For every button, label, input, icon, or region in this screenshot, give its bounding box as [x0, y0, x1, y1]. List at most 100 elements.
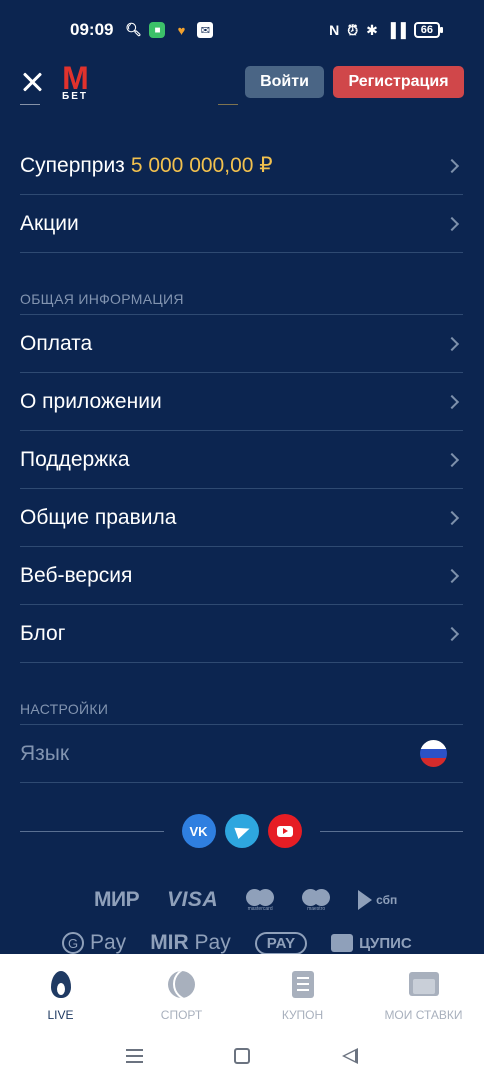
- chevron-right-icon: [444, 568, 460, 583]
- tab-label: МОИ СТАВКИ: [384, 1008, 463, 1022]
- chevron-right-icon: [444, 626, 460, 641]
- superprize-amount: 5 000 000,00 ₽: [130, 154, 273, 177]
- home-icon[interactable]: [234, 1047, 251, 1064]
- mail-icon: ✉: [197, 22, 214, 38]
- menu-item-language[interactable]: Язык: [20, 725, 463, 783]
- chevron-right-icon: [444, 510, 460, 525]
- menu-item-about-app[interactable]: О приложении: [20, 373, 463, 431]
- youtube-play: [276, 825, 293, 837]
- google-pay-logo: G Pay: [62, 931, 126, 955]
- ball-icon: [168, 970, 195, 998]
- gpay-label: Pay: [90, 931, 127, 954]
- visa-logo: VISA: [167, 888, 219, 911]
- nfc-icon: N: [329, 22, 340, 38]
- register-button[interactable]: Регистрация: [333, 66, 464, 98]
- auth-buttons: Войти Регистрация: [245, 66, 464, 98]
- close-icon[interactable]: [20, 70, 44, 94]
- menu-item-blog[interactable]: Блог: [20, 605, 463, 663]
- google-g-icon: G: [62, 932, 84, 954]
- scrolled-row-remnant: — —: [20, 104, 464, 118]
- mir-pay-logo: MIR Pay: [150, 931, 231, 955]
- coupon-icon: [291, 970, 314, 998]
- bottom-area: LIVE СПОРТ КУПОН МОИ СТАВКИ: [0, 954, 484, 1079]
- status-left: 09:09 🔍︎ ■ ♥ ✉: [70, 20, 214, 40]
- chevron-right-icon: [444, 394, 460, 409]
- tab-label: СПОРТ: [160, 1008, 203, 1022]
- logo: M БЕТ: [62, 60, 89, 102]
- youtube-icon[interactable]: [267, 814, 302, 848]
- menu-item-label: О приложении: [20, 389, 162, 413]
- menu-item-label: Акции: [20, 211, 79, 235]
- menu-item-promotions[interactable]: Акции: [20, 195, 463, 253]
- chevron-right-icon: [444, 216, 460, 231]
- signal-icon: ▐▐: [385, 22, 406, 38]
- menu-item-label: Суперприз: [20, 153, 125, 177]
- login-button[interactable]: Войти: [245, 66, 324, 98]
- mastercard-logo: mastercard: [246, 888, 275, 912]
- tab-label: КУПОН: [281, 1008, 324, 1022]
- logo-sub: БЕТ: [62, 91, 88, 102]
- mirpay-mir: MIR: [150, 931, 189, 954]
- app-header: M БЕТ Войти Регистрация: [0, 60, 484, 104]
- section-general-info: ОБЩАЯ ИНФОРМАЦИЯ: [20, 253, 463, 315]
- telegram-plane: [233, 822, 252, 840]
- mir-logo: МИР: [94, 888, 140, 911]
- divider: [319, 830, 463, 832]
- bottom-tab-bar: LIVE СПОРТ КУПОН МОИ СТАВКИ: [0, 954, 484, 1032]
- menu-item-superprize[interactable]: Суперприз 5 000 000,00 ₽: [20, 137, 463, 195]
- mastercard-label: mastercard: [247, 905, 273, 912]
- chevron-right-icon: [444, 452, 460, 467]
- tab-my-bets[interactable]: МОИ СТАВКИ: [363, 954, 484, 1032]
- status-time: 09:09: [70, 20, 114, 39]
- folder-icon: [408, 972, 439, 996]
- section-settings: НАСТРОЙКИ: [20, 663, 463, 725]
- menu-item-web-version[interactable]: Веб-версия: [20, 547, 463, 605]
- maestro-label: maestro: [307, 905, 326, 912]
- battery-indicator: 66: [413, 22, 444, 38]
- samsung-pay-logo: PAY: [254, 931, 308, 955]
- cupis-label: ЦУПИС: [359, 934, 412, 952]
- wallet-icon: [331, 934, 354, 952]
- status-right: N ⏰︎ ✱ ▐▐ 66: [329, 21, 444, 39]
- alarm-icon: ⏰︎: [347, 21, 359, 38]
- telegram-icon[interactable]: [224, 814, 259, 848]
- status-bar: 09:09 🔍︎ ■ ♥ ✉ N ⏰︎ ✱ ▐▐ 66: [0, 0, 484, 60]
- vk-icon[interactable]: VK: [181, 814, 216, 848]
- system-nav-bar: [0, 1032, 484, 1079]
- tab-live[interactable]: LIVE: [0, 954, 121, 1032]
- menu-item-label: Оплата: [20, 331, 93, 355]
- shield-icon: ■: [149, 22, 166, 38]
- maestro-logo: maestro: [302, 888, 331, 912]
- social-links: VK: [20, 812, 463, 850]
- menu-item-payment[interactable]: Оплата: [20, 315, 463, 373]
- tab-label: LIVE: [47, 1008, 74, 1022]
- remnant-text-right: —: [218, 104, 238, 115]
- vk-label: VK: [189, 823, 208, 839]
- sbp-logo: сбп: [358, 890, 397, 910]
- chevron-right-icon: [444, 336, 460, 351]
- tab-coupon[interactable]: КУПОН: [242, 954, 363, 1032]
- remnant-text-left: —: [20, 104, 40, 115]
- logo-mark: M: [62, 60, 89, 96]
- payment-logos-row-1: МИР VISA mastercard maestro сбп: [94, 888, 397, 912]
- menu-list: Суперприз 5 000 000,00 ₽ Акции ОБЩАЯ ИНФ…: [0, 137, 484, 783]
- menu-item-label: Блог: [20, 621, 66, 645]
- heart-icon: ♥: [177, 22, 186, 38]
- chevron-right-icon: [444, 158, 460, 173]
- cupis-logo: ЦУПИС: [331, 934, 412, 952]
- sbp-label: сбп: [376, 893, 398, 907]
- back-icon[interactable]: [342, 1047, 359, 1064]
- menu-item-label: Общие правила: [20, 505, 177, 529]
- bluetooth-icon: ✱: [366, 21, 378, 38]
- search-icon: 🔍︎: [125, 22, 142, 37]
- flame-icon: [50, 970, 71, 998]
- menu-item-label: Поддержка: [20, 447, 130, 471]
- menu-item-label: Веб-версия: [20, 563, 133, 587]
- menu-item-support[interactable]: Поддержка: [20, 431, 463, 489]
- menu-item-rules[interactable]: Общие правила: [20, 489, 463, 547]
- menu-item-label: Язык: [20, 741, 70, 765]
- divider: [20, 830, 164, 832]
- tab-sport[interactable]: СПОРТ: [121, 954, 242, 1032]
- recent-apps-icon[interactable]: [125, 1048, 143, 1063]
- mirpay-pay: Pay: [194, 931, 231, 954]
